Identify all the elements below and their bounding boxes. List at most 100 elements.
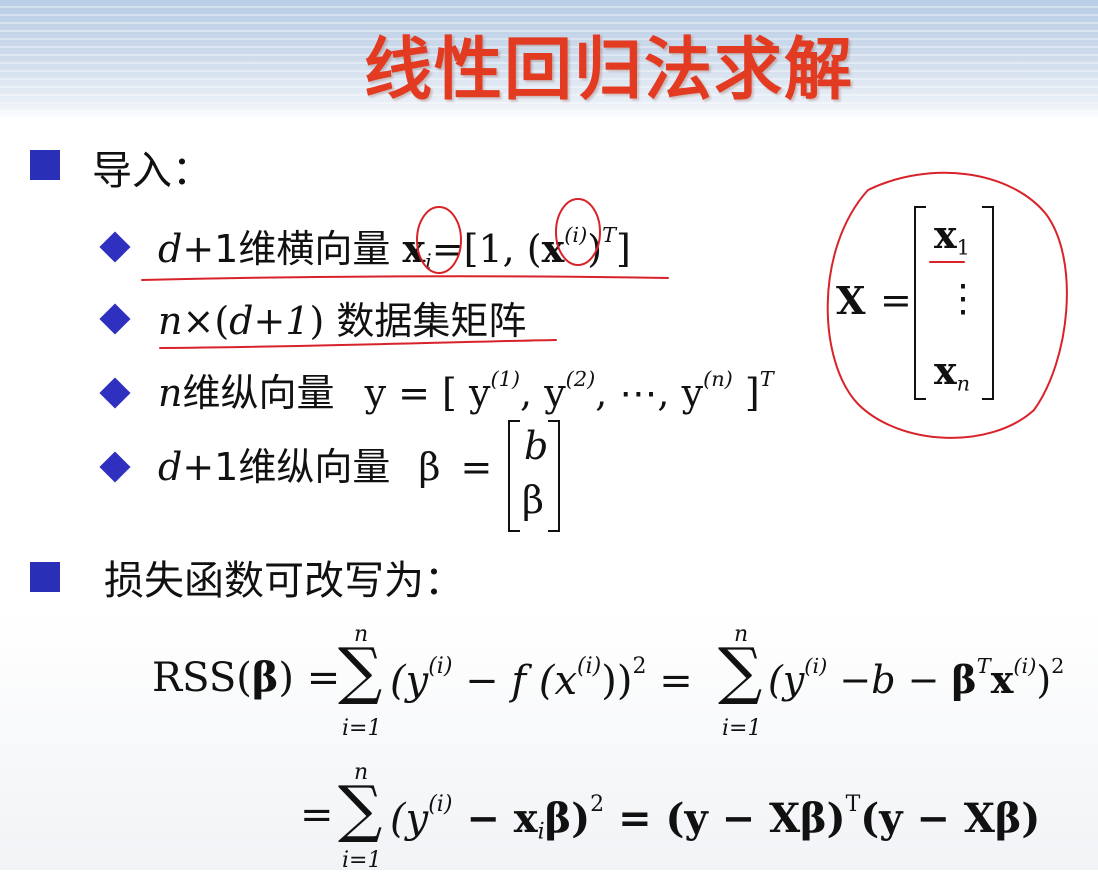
formula-line2-eq: = [300,792,334,838]
rss-beta: β [251,654,279,701]
item3-sup1: (1) [490,367,521,392]
item-beta-vector: d+1维纵向量 β = [158,436,492,491]
sum-symbol-2: ∑ [718,634,763,707]
item2-cn: 数据集矩阵 [324,299,527,343]
line2-sq: 2 [590,792,605,817]
matrix-x-right-bracket [982,206,994,400]
matrix-x-row1-sub: 1 [956,235,970,260]
diamond-bullet-2 [99,303,131,335]
formula-line2: (y(i) − xiβ)2 = (y − Xβ)T(y − Xβ) [390,792,1040,844]
term1a: (y [390,657,429,704]
item2-d: d [229,299,254,343]
sum1-top: n [354,622,369,647]
rss-close: ) [278,655,294,701]
item1-supT: T [602,223,617,248]
item4-mid: +1维纵向量 [182,445,391,489]
term2d: ) [1036,657,1052,702]
diamond-bullet-3 [99,377,131,409]
item2-mid: ×( [182,299,230,343]
term2c: x [990,656,1014,702]
item3-prefix: n [158,371,183,415]
term2a: (y [768,657,805,702]
item1-prefix: d [158,227,183,271]
sum3-top: n [354,760,369,785]
slide-title: 线性回归法求解 [363,31,854,110]
line2b: − x [452,794,538,842]
item2-close: ) [309,299,325,343]
matrix-x-eq: = [880,278,912,322]
item3-sup2: (2) [565,367,596,392]
rss-eq: = [306,655,341,701]
beta-matrix-beta: β [522,478,544,522]
matrix-x-left-bracket [914,206,926,400]
item1-end: ] [616,227,631,271]
rss-label: RSS( [152,655,252,701]
line2d: = (y − Xβ) [604,794,846,842]
item1-sub: i [425,249,432,274]
matrix-x-row1-x: x [934,212,957,257]
section-bullet-loss [30,562,60,592]
beta-matrix-b: b [524,424,549,468]
matrix-x-rown-sub: n [956,371,971,396]
item-row-vector: d+1维横向量 xi=[1, (x(i))T] [158,218,631,273]
sum3-bottom: i=1 [342,848,382,873]
term1-sq: 2 [632,654,647,679]
section-bullet-intro [30,150,60,180]
line2-sup: (i) [428,792,453,817]
diamond-bullet-1 [99,231,131,263]
matrix-x-dots: ⋮ [944,276,982,320]
line2e: (y − Xβ) [860,794,1041,842]
line2-T: T [845,792,861,817]
term1b: − f (x [452,657,578,704]
slide: 线性回归法求解 导入： d+1维横向量 xi=[1, (x(i))T] n×(d… [0,0,1098,873]
beta-matrix-right-bracket [548,420,560,532]
term2b: −b − [827,657,952,702]
item2-one: 1 [285,299,310,343]
term2-sup2: (i) [1013,654,1037,678]
item2-plus: + [253,299,286,343]
item4-prefix: d [158,445,183,489]
term2-T: T [976,654,991,678]
formula-rss: RSS(β) = [152,654,340,701]
sum2-bottom: i=1 [722,716,762,741]
sum-symbol-1: ∑ [338,634,383,707]
formula-term2: (y(i) −b − βTx(i))2 [768,654,1064,702]
item1-sup: (i) [564,223,588,248]
line2-sub: i [537,819,545,845]
matrix-x-row1: x1 [934,212,970,259]
term2-sq: 2 [1051,654,1065,678]
item1-eq: =[1, ( [431,227,542,271]
item1-close: ) [587,227,603,271]
line2c: β) [544,794,591,842]
section-loss-label: 损失函数可改写为： [104,558,464,604]
item3-supT: T [759,367,774,392]
term1-eq: = [659,657,693,704]
item1-vec: x [402,226,426,271]
matrix-x-rown-x: x [934,348,957,393]
term1-sup2: (i) [577,654,602,679]
formula-term1: (y(i) − f (x(i)))2 = [390,654,693,704]
item3-end: ] [732,371,760,415]
item3-eq: y = [ y [364,371,491,415]
term2-beta: β [951,656,977,702]
term2-sup: (i) [804,654,828,678]
section-intro-label: 导入： [92,148,212,194]
item3-y2: , y [520,371,566,415]
item3-dots: , ⋯, y [595,371,704,415]
diamond-bullet-4 [99,451,131,483]
sum2-top: n [734,622,749,647]
matrix-x-rown: xn [934,348,970,395]
line2a: (y [390,795,429,842]
item4-eq: = [460,445,493,489]
beta-matrix-left-bracket [508,420,520,532]
item2-prefix: n [158,299,183,343]
item1-mid: +1维横向量 [182,227,391,271]
item3-supn: (n) [703,367,733,392]
item-y-vector: n维纵向量 y = [ y(1), y(2), ⋯, y(n) ]T [158,362,774,417]
item4-beta: β [418,445,441,489]
term1c: )) [601,657,633,704]
annotation-underline-1 [141,275,669,281]
item1-vec2: x [541,226,565,271]
sum1-bottom: i=1 [342,716,382,741]
item3-cn: 维纵向量 [182,371,335,415]
